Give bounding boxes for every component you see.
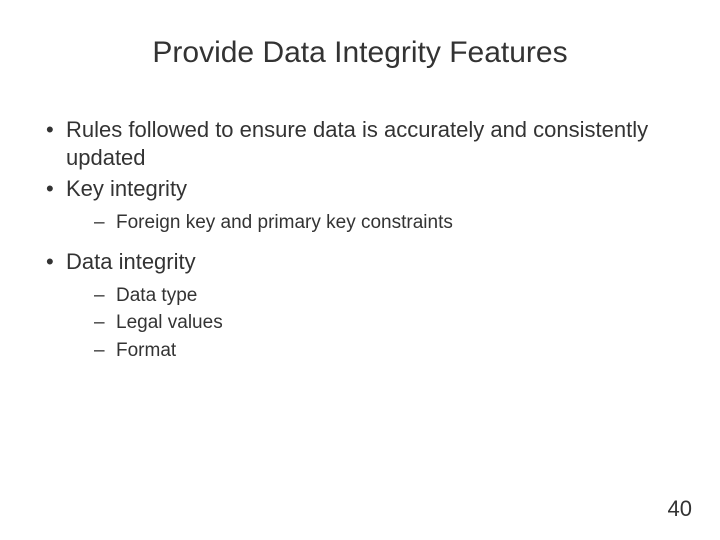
list-item: Data type — [66, 282, 680, 310]
list-item-label: Data integrity — [66, 249, 196, 274]
list-item: Foreign key and primary key constraints — [66, 209, 680, 237]
sub-list: Data type Legal values Format — [66, 282, 680, 365]
bullet-list: Rules followed to ensure data is accurat… — [40, 116, 680, 364]
list-item: Format — [66, 337, 680, 365]
list-item: Key integrity Foreign key and primary ke… — [40, 175, 680, 236]
list-item: Legal values — [66, 309, 680, 337]
list-item-label: Key integrity — [66, 176, 187, 201]
list-item: Rules followed to ensure data is accurat… — [40, 116, 680, 171]
sub-list: Foreign key and primary key constraints — [66, 209, 680, 237]
page-number: 40 — [668, 496, 692, 522]
slide-title: Provide Data Integrity Features — [40, 36, 680, 70]
list-item: Data integrity Data type Legal values Fo… — [40, 248, 680, 364]
